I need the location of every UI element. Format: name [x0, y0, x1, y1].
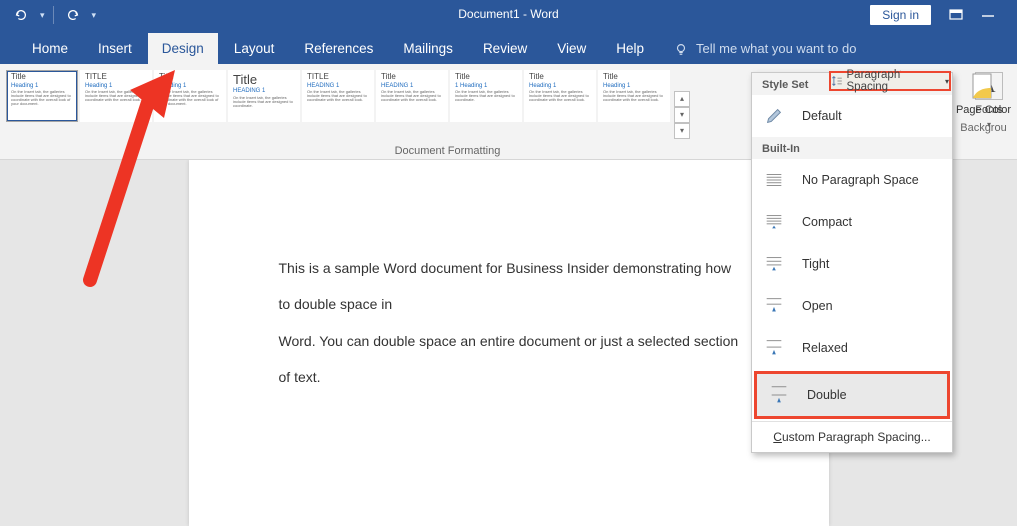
- tab-insert[interactable]: Insert: [84, 33, 146, 64]
- tab-home[interactable]: Home: [18, 33, 82, 64]
- undo-button[interactable]: [10, 4, 32, 26]
- page-background-label: Backgrou: [960, 122, 1006, 134]
- quick-access-toolbar: ▾ ▾: [10, 0, 96, 30]
- ribbon-display-icon[interactable]: [949, 8, 963, 22]
- spacing-open-icon: [762, 294, 786, 318]
- ps-open[interactable]: Open: [752, 285, 952, 327]
- ps-item-label: No Paragraph Space: [802, 173, 919, 187]
- paragraph-spacing-menu: Style Set Default Built-In No Paragraph …: [751, 72, 953, 453]
- undo-dropdown-icon[interactable]: ▾: [40, 10, 45, 21]
- doc-line-1: This is a sample Word document for Busin…: [279, 260, 732, 312]
- spacing-compact-icon: [762, 210, 786, 234]
- ps-custom[interactable]: Custom Paragraph Spacing...: [752, 421, 952, 452]
- ps-custom-label: Custom Paragraph Spacing...: [773, 430, 930, 444]
- spacing-tight-icon: [762, 252, 786, 276]
- gallery-scroll: ▴ ▾ ▾: [674, 76, 690, 153]
- gallery-more-icon[interactable]: ▾: [674, 123, 690, 139]
- page-color-label: Page Color: [956, 104, 1011, 116]
- lightbulb-icon: [674, 42, 688, 56]
- ps-default-label: Default: [802, 109, 842, 123]
- style-set-item[interactable]: Title Heading 1 On the Insert tab, the g…: [598, 70, 670, 122]
- style-set-item[interactable]: Title Heading 1 On the Insert tab, the g…: [524, 70, 596, 122]
- ps-no-space[interactable]: No Paragraph Space: [752, 159, 952, 201]
- paragraph-spacing-button[interactable]: Paragraph Spacing ▾: [829, 71, 951, 91]
- ps-item-label: Relaxed: [802, 341, 848, 355]
- paragraph-spacing-label: Paragraph Spacing: [847, 69, 941, 93]
- gallery-down-icon[interactable]: ▾: [674, 107, 690, 123]
- qat-customize-icon[interactable]: ▾: [92, 10, 97, 21]
- ribbon-tabs: Home Insert Design Layout References Mai…: [0, 30, 1017, 64]
- ps-item-label: Compact: [802, 215, 852, 229]
- style-set-item[interactable]: Title HEADING 1 On the Insert tab, the g…: [228, 70, 300, 122]
- qat-separator: [53, 6, 54, 24]
- minimize-icon[interactable]: [981, 8, 995, 22]
- ps-double[interactable]: Double: [754, 371, 950, 419]
- ps-tight[interactable]: Tight: [752, 243, 952, 285]
- title-bar: ▾ ▾ Document1 - Word Sign in: [0, 0, 1017, 30]
- built-in-header: Built-In: [752, 137, 952, 159]
- sign-in-button[interactable]: Sign in: [870, 5, 931, 25]
- tab-help[interactable]: Help: [602, 33, 658, 64]
- paragraph-spacing-icon: [831, 75, 843, 87]
- ps-default[interactable]: Default: [752, 95, 952, 137]
- style-set-item[interactable]: Title 1 Heading 1 On the Insert tab, the…: [450, 70, 522, 122]
- tab-review[interactable]: Review: [469, 33, 541, 64]
- spacing-relaxed-icon: [762, 336, 786, 360]
- tab-layout[interactable]: Layout: [220, 33, 289, 64]
- style-set-item[interactable]: Title HEADING 1 On the Insert tab, the g…: [376, 70, 448, 122]
- window-title: Document1 - Word: [0, 7, 1017, 21]
- window-controls: Sign in: [870, 0, 1017, 30]
- tell-me-placeholder: Tell me what you want to do: [696, 41, 856, 56]
- page-background-group: Page Color Backgrou: [952, 70, 1015, 134]
- tab-design[interactable]: Design: [148, 33, 218, 64]
- document-page[interactable]: This is a sample Word document for Busin…: [189, 160, 829, 526]
- ps-item-label: Open: [802, 299, 833, 313]
- brush-icon: [762, 104, 786, 128]
- ps-relaxed[interactable]: Relaxed: [752, 327, 952, 369]
- tell-me-search[interactable]: Tell me what you want to do: [674, 41, 856, 64]
- spacing-double-icon: [767, 383, 791, 407]
- document-formatting-group-label: Document Formatting: [297, 145, 597, 157]
- gallery-up-icon[interactable]: ▴: [674, 91, 690, 107]
- redo-button[interactable]: [62, 4, 84, 26]
- tab-mailings[interactable]: Mailings: [389, 33, 467, 64]
- page-color-icon: [967, 72, 999, 104]
- style-set-item[interactable]: Title Heading 1 On the Insert tab, the g…: [6, 70, 78, 122]
- chevron-down-icon: ▾: [945, 77, 949, 86]
- spacing-none-icon: [762, 168, 786, 192]
- ps-item-label: Tight: [802, 257, 829, 271]
- tab-view[interactable]: View: [543, 33, 600, 64]
- tab-references[interactable]: References: [290, 33, 387, 64]
- page-color-button[interactable]: Page Color: [952, 70, 1015, 118]
- style-set-item[interactable]: TITLE HEADING 1 On the Insert tab, the g…: [302, 70, 374, 122]
- style-set-item[interactable]: TITLE Heading 1 On the Insert tab, the g…: [80, 70, 152, 122]
- ps-item-label: Double: [807, 388, 847, 402]
- ps-compact[interactable]: Compact: [752, 201, 952, 243]
- style-set-item[interactable]: Title Heading 1 On the Insert tab, the g…: [154, 70, 226, 122]
- doc-line-2: Word. You can double space an entire doc…: [279, 333, 739, 385]
